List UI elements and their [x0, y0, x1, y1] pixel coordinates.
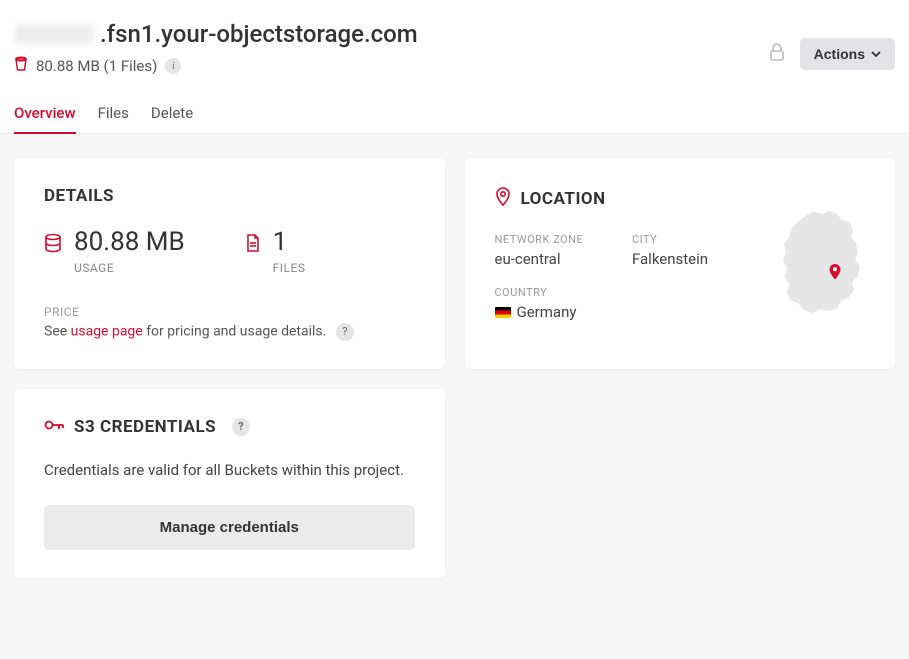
usage-value: 80.88 MB — [74, 228, 185, 257]
country-value: Germany — [495, 303, 592, 321]
details-card: DETAILS 80.88 MB USAGE 1 FILES — [14, 158, 445, 369]
city-label: CITY — [632, 233, 717, 246]
chevron-down-icon — [871, 51, 881, 57]
bucket-title: .fsn1.your-objectstorage.com — [14, 20, 768, 48]
bucket-subinfo: 80.88 MB (1 Files) i — [14, 56, 768, 76]
usage-stat: 80.88 MB USAGE — [44, 228, 185, 275]
bucket-name-redacted — [14, 24, 94, 44]
page-header: .fsn1.your-objectstorage.com 80.88 MB (1… — [0, 0, 909, 134]
help-icon[interactable]: ? — [232, 418, 250, 436]
price-text: See usage page for pricing and usage det… — [44, 323, 415, 341]
tabs: Overview Files Delete — [14, 94, 895, 133]
lock-icon — [768, 42, 786, 66]
location-card: LOCATION NETWORK ZONE eu-central CITY Fa… — [465, 158, 896, 369]
usage-page-link[interactable]: usage page — [71, 323, 143, 339]
database-icon — [44, 233, 62, 257]
file-icon — [245, 233, 261, 257]
bucket-icon — [14, 56, 28, 76]
location-pin-icon — [495, 186, 511, 211]
tab-files[interactable]: Files — [98, 94, 129, 134]
zone-label: NETWORK ZONE — [495, 233, 592, 246]
city-value: Falkenstein — [632, 250, 717, 268]
actions-button[interactable]: Actions — [800, 38, 895, 70]
price-label: PRICE — [44, 305, 415, 319]
usage-label: USAGE — [74, 261, 185, 275]
country-label: COUNTRY — [495, 286, 592, 299]
credentials-card: S3 CREDENTIALS ? Credentials are valid f… — [14, 389, 445, 579]
tab-overview[interactable]: Overview — [14, 94, 76, 134]
files-value: 1 — [273, 228, 306, 257]
germany-flag-icon — [495, 307, 511, 318]
info-icon[interactable]: i — [165, 58, 181, 74]
key-icon — [44, 417, 64, 437]
germany-map — [765, 208, 875, 338]
credentials-title: S3 CREDENTIALS ? — [44, 417, 415, 437]
credentials-description: Credentials are valid for all Buckets wi… — [44, 459, 415, 482]
files-stat: 1 FILES — [245, 228, 306, 275]
details-title: DETAILS — [44, 186, 415, 206]
help-icon[interactable]: ? — [336, 323, 354, 341]
files-label: FILES — [273, 261, 306, 275]
zone-value: eu-central — [495, 250, 592, 268]
manage-credentials-button[interactable]: Manage credentials — [44, 505, 415, 550]
tab-delete[interactable]: Delete — [151, 94, 193, 134]
